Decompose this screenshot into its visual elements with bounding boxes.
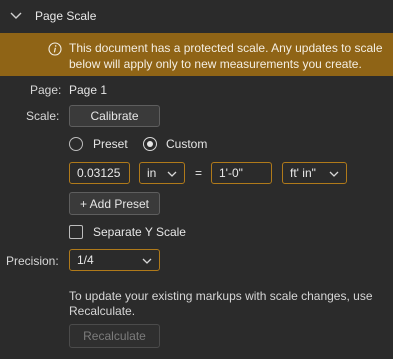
equals-sign: = xyxy=(195,166,203,180)
document-value-input[interactable]: 0.03125 xyxy=(69,162,130,184)
precision-value: 1/4 xyxy=(77,253,94,267)
precision-select[interactable]: 1/4 xyxy=(69,249,160,271)
chevron-down-icon[interactable] xyxy=(10,11,22,21)
document-unit-select[interactable]: in xyxy=(139,162,185,184)
section-header[interactable]: Page Scale xyxy=(0,0,393,33)
recalculate-description: To update your existing markups with sca… xyxy=(69,289,373,318)
section-title: Page Scale xyxy=(35,9,97,23)
calibrate-button[interactable]: Calibrate xyxy=(69,105,160,127)
chevron-down-icon xyxy=(167,171,177,177)
preset-radio-label: Preset xyxy=(93,137,128,151)
page-label: Page: xyxy=(30,83,62,97)
custom-radio[interactable] xyxy=(143,137,157,151)
chevron-down-icon xyxy=(142,258,152,264)
info-icon xyxy=(48,42,62,56)
protected-scale-banner: This document has a protected scale. Any… xyxy=(0,33,393,76)
separate-y-scale-checkbox[interactable] xyxy=(69,225,83,239)
real-value-input[interactable]: 1'-0" xyxy=(211,162,272,184)
real-unit-select[interactable]: ft' in" xyxy=(282,162,347,184)
custom-radio-label: Custom xyxy=(166,137,208,151)
recalculate-button[interactable]: Recalculate xyxy=(69,324,160,348)
separate-y-scale-label: Separate Y Scale xyxy=(93,225,186,239)
preset-radio[interactable] xyxy=(69,137,83,151)
scale-label: Scale: xyxy=(26,109,60,123)
chevron-down-icon xyxy=(329,171,339,177)
page-scale-panel: Page Scale This document has a protected… xyxy=(0,0,393,359)
add-preset-button[interactable]: + Add Preset xyxy=(69,192,160,215)
real-unit-value: ft' in" xyxy=(290,166,316,180)
page-value: Page 1 xyxy=(69,83,108,97)
banner-text: This document has a protected scale. Any… xyxy=(69,41,383,71)
document-unit-value: in xyxy=(147,166,157,180)
precision-label: Precision: xyxy=(6,254,59,268)
